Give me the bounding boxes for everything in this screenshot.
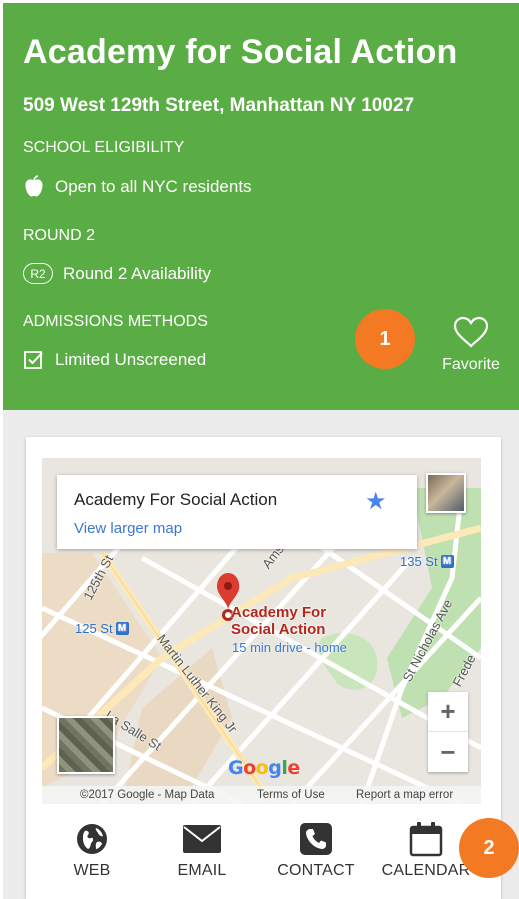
terms-link[interactable]: Terms of Use [257,789,325,801]
contact-button[interactable]: CONTACT [274,820,358,880]
map-pin-drive-time: 15 min drive - home [232,640,347,655]
eligibility-label: SCHOOL ELIGIBILITY [23,139,185,156]
map-info-title: Academy For Social Action [74,490,278,509]
contact-label: CONTACT [277,862,355,879]
calendar-label: CALENDAR [381,862,471,879]
globe-icon [62,820,122,858]
phone-icon [274,820,358,858]
eligibility-value: Open to all NYC residents [55,177,252,196]
street-view-thumbnail[interactable] [426,473,466,513]
zoom-out-button[interactable]: − [428,732,468,772]
school-name: Academy for Social Action [23,33,458,71]
web-button[interactable]: WEB [62,820,122,880]
eligibility-row: Open to all NYC residents [23,175,252,199]
calendar-icon [380,820,472,858]
email-label: EMAIL [177,862,227,879]
apple-icon [23,175,45,199]
school-address: 509 West 129th Street, Manhattan NY 1002… [23,95,415,116]
envelope-icon [170,820,234,858]
star-icon[interactable]: ★ [365,487,387,516]
map-info-box: Academy For Social Action View larger ma… [57,475,417,549]
station-label: 135 St M [400,554,454,569]
favorite-button[interactable]: Favorite [429,315,513,374]
zoom-in-button[interactable]: + [428,692,468,732]
map-pin-label[interactable]: Academy For Social Action [231,604,326,638]
favorite-label: Favorite [442,356,500,373]
heart-icon [453,316,489,348]
school-header: Academy for Social Action 509 West 129th… [3,3,519,410]
admissions-label: ADMISSIONS METHODS [23,313,208,330]
metro-icon: M [115,622,129,635]
round-row: R2 Round 2 Availability [23,263,211,284]
web-label: WEB [73,862,111,879]
email-button[interactable]: EMAIL [170,820,234,880]
zoom-controls: + − [428,692,468,772]
admissions-value: Limited Unscreened [55,350,207,369]
satellite-toggle-thumbnail[interactable] [57,716,115,774]
view-larger-map-link[interactable]: View larger map [74,520,182,537]
admissions-row: Limited Unscreened [23,349,206,371]
round-label: ROUND 2 [23,227,96,244]
map-copyright: ©2017 Google - Map Data [80,789,215,801]
callout-badge-1: 1 [355,309,415,369]
checkbox-icon [23,349,45,371]
map-footer: ©2017 Google - Map Data Terms of Use Rep… [42,786,481,804]
round-value: Round 2 Availability [63,263,212,283]
callout-badge-2: 2 [459,818,519,878]
metro-icon: M [440,555,454,568]
station-label: 125 St M [75,621,129,636]
google-logo: Google [228,757,300,779]
round-badge: R2 [23,263,53,284]
report-error-link[interactable]: Report a map error [356,789,453,801]
